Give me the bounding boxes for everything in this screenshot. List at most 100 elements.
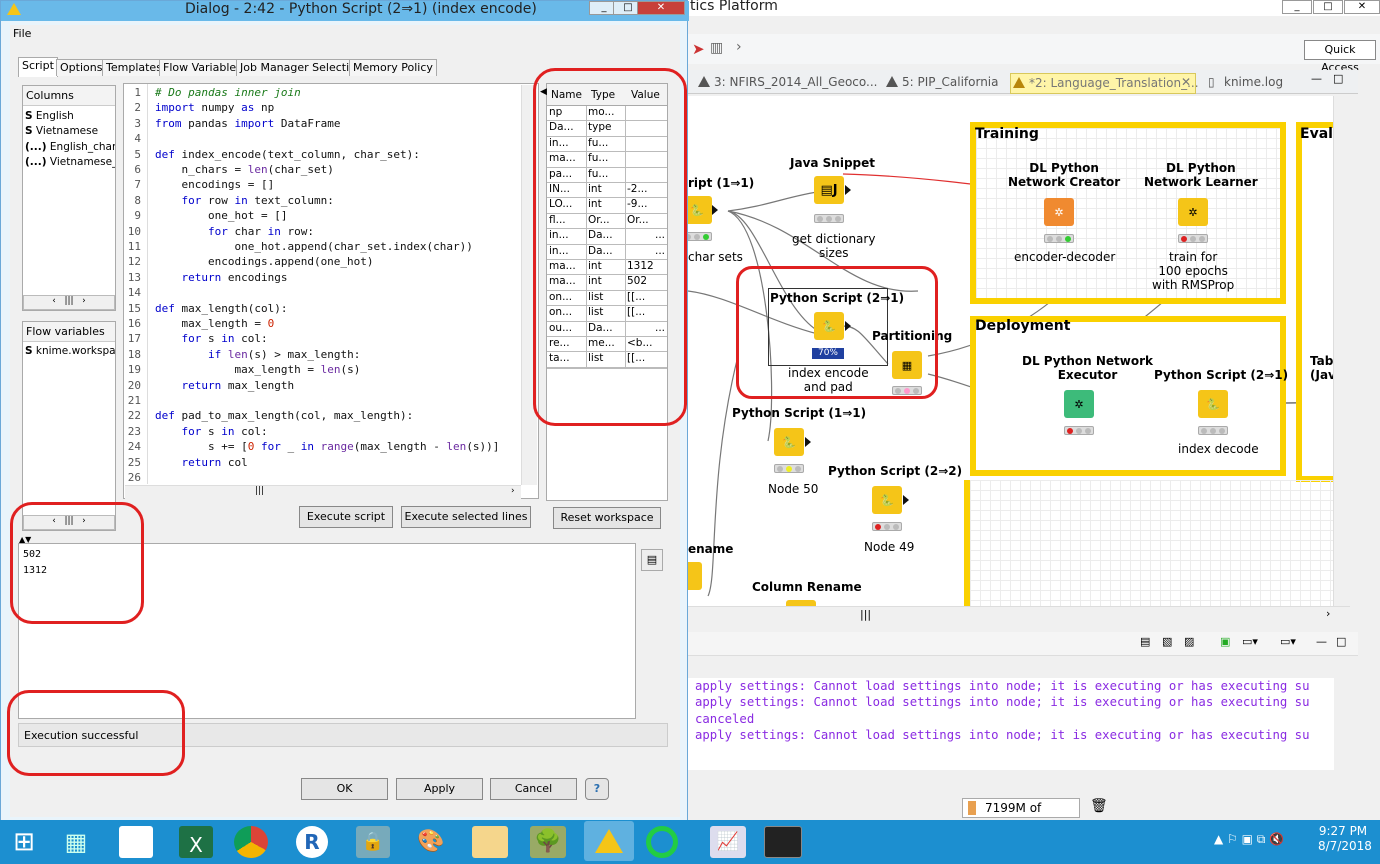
- menu-file[interactable]: File: [13, 27, 31, 40]
- trash-icon[interactable]: 🗑: [1090, 798, 1108, 814]
- code-area[interactable]: 1 2 3 4 5 6 7 8 9 10 11 12 13 14 15 16 17 18 19 20 21 22 23 24 2…: [123, 84, 521, 484]
- copy-icon[interactable]: ▧: [1162, 635, 1172, 648]
- tab-job-manager[interactable]: Job Manager Selection: [236, 59, 367, 76]
- code-line[interactable]: # Do pandas inner join: [155, 86, 301, 99]
- tray-icons[interactable]: ▲ ⚐ ▣ ⧉ 🔇: [1214, 832, 1284, 847]
- close-button[interactable]: ✕: [637, 1, 685, 15]
- tab-options[interactable]: Options: [56, 59, 107, 76]
- code-line[interactable]: max_length = 0: [155, 317, 274, 330]
- notepad-icon[interactable]: [119, 826, 153, 858]
- code-line[interactable]: encodings = []: [155, 178, 274, 191]
- file-explorer-icon[interactable]: [472, 826, 508, 858]
- monitor-icon[interactable]: 📈: [710, 826, 746, 858]
- column-item[interactable]: S English: [25, 109, 115, 124]
- execute-script-button[interactable]: Execute script: [299, 506, 393, 528]
- ok-button[interactable]: OK: [301, 778, 388, 800]
- code-line[interactable]: def index_encode(text_column, char_set):: [155, 148, 420, 161]
- clear-output-icon[interactable]: ▤: [641, 549, 663, 571]
- execute-selected-lines-button[interactable]: Execute selected lines: [401, 506, 531, 528]
- close-icon[interactable]: ✕: [1181, 75, 1191, 89]
- columns-hscrollbar[interactable]: ‹ ||| ›: [23, 295, 115, 310]
- code-line[interactable]: for row in text_column:: [155, 194, 334, 207]
- tab-knime-log[interactable]: ▯ knime.log: [1206, 73, 1296, 94]
- minimize-view-icon[interactable]: —: [1311, 72, 1322, 85]
- minimize-view-icon[interactable]: —: [1316, 635, 1327, 648]
- python-script-decode-node[interactable]: 🐍: [1198, 390, 1228, 418]
- tab-memory-policy[interactable]: Memory Policy: [349, 59, 437, 76]
- minimize-button[interactable]: _: [1282, 0, 1312, 14]
- tab-nfirs[interactable]: 3: NFIRS_2014_All_Geoco...: [696, 73, 877, 94]
- scroll-grip[interactable]: |||: [860, 608, 871, 621]
- code-line[interactable]: def max_length(col):: [155, 302, 287, 315]
- column-item[interactable]: (...) English_char_se: [25, 140, 115, 155]
- quick-access-field[interactable]: Quick Access: [1304, 40, 1376, 74]
- scroll-right-arrow[interactable]: ›: [1326, 607, 1330, 620]
- tab-pip-california[interactable]: 5: PIP_California: [884, 73, 1004, 94]
- excel-icon[interactable]: X: [179, 826, 213, 858]
- output-port[interactable]: [805, 437, 811, 447]
- reset-workspace-button[interactable]: Reset workspace: [553, 507, 661, 529]
- paste-icon[interactable]: ▨: [1184, 635, 1194, 648]
- dl-network-learner-node[interactable]: ✲: [1178, 198, 1208, 226]
- python-script-node-49[interactable]: 🐍: [872, 486, 902, 514]
- output-port[interactable]: [845, 185, 851, 195]
- display-icon[interactable]: ▭▾: [1242, 635, 1258, 648]
- close-button[interactable]: ✕: [1344, 0, 1380, 14]
- maximize-view-icon[interactable]: □: [1333, 72, 1343, 85]
- server-manager-icon[interactable]: ▦: [54, 823, 98, 861]
- code-line[interactable]: def pad_to_max_length(col, max_length):: [155, 409, 413, 422]
- r-icon[interactable]: R: [296, 826, 328, 858]
- knime-taskbar-icon[interactable]: [584, 821, 634, 861]
- apply-button[interactable]: Apply: [396, 778, 483, 800]
- code-line[interactable]: return col: [155, 456, 248, 469]
- tab-language-translation[interactable]: *2: Language_Translation_... ✕: [1010, 73, 1199, 94]
- maximize-view-icon[interactable]: □: [1336, 635, 1346, 648]
- chevron-right-icon[interactable]: ›: [736, 39, 742, 55]
- code-hscrollbar[interactable]: ||| ›: [125, 485, 521, 499]
- canvas-horizontal-scrollbar[interactable]: ||| ›: [688, 606, 1350, 622]
- code-line[interactable]: import numpy as np: [155, 101, 274, 114]
- start-button[interactable]: ⊞: [2, 823, 46, 861]
- tab-templates[interactable]: Templates: [102, 59, 166, 76]
- code-line[interactable]: if len(s) > max_length:: [155, 348, 360, 361]
- paint-icon[interactable]: 🎨: [414, 826, 448, 858]
- terminal-icon[interactable]: [764, 826, 802, 858]
- code-line[interactable]: n_chars = len(char_set): [155, 163, 333, 176]
- rename-node[interactable]: [688, 562, 702, 590]
- clock[interactable]: 9:27 PM 8/7/2018: [1318, 824, 1372, 854]
- code-line[interactable]: return max_length: [155, 379, 295, 392]
- help-button[interactable]: ?: [585, 778, 609, 800]
- tree-app-icon[interactable]: 🌳: [530, 826, 566, 858]
- cancel-button[interactable]: Cancel: [490, 778, 577, 800]
- new-console-icon[interactable]: ▭▾: [1280, 635, 1296, 648]
- run-icon[interactable]: ➤: [692, 40, 705, 58]
- layout-icon[interactable]: ▥: [710, 40, 723, 56]
- maximize-button[interactable]: □: [1313, 0, 1343, 14]
- tab-flow-variables[interactable]: Flow Variables: [159, 59, 246, 76]
- canvas-vertical-scrollbar[interactable]: [1333, 96, 1350, 606]
- code-line[interactable]: for char in row:: [155, 225, 314, 238]
- code-line[interactable]: for s in col:: [155, 425, 268, 438]
- column-item[interactable]: (...) Vietnamese_cha: [25, 155, 115, 170]
- code-line[interactable]: return encodings: [155, 271, 288, 284]
- dl-network-creator-node[interactable]: ✲: [1044, 198, 1074, 226]
- code-line[interactable]: from pandas import DataFrame: [155, 117, 340, 130]
- pin-icon[interactable]: ▣: [1220, 635, 1230, 648]
- column-item[interactable]: S Vietnamese: [25, 124, 115, 139]
- java-snippet-node[interactable]: ▤J: [814, 176, 844, 204]
- code-line[interactable]: one_hot.append(char_set.index(char)): [155, 240, 472, 253]
- ring-app-icon[interactable]: [646, 826, 678, 858]
- code-line[interactable]: for s in col:: [155, 332, 268, 345]
- python-script-node-50[interactable]: 🐍: [774, 428, 804, 456]
- code-line[interactable]: s += [0 for _ in range(max_length - len(…: [155, 440, 499, 453]
- code-line[interactable]: max_length = len(s): [155, 363, 360, 376]
- output-port[interactable]: [712, 205, 718, 215]
- dl-network-executor-node[interactable]: ✲: [1064, 390, 1094, 418]
- python-script-node[interactable]: 🐍: [688, 196, 712, 224]
- console-scrollbar[interactable]: [1334, 678, 1350, 784]
- code-line[interactable]: one_hot = []: [155, 209, 287, 222]
- lock-app-icon[interactable]: 🔒: [356, 826, 390, 858]
- clear-console-icon[interactable]: ▤: [1140, 635, 1150, 648]
- tab-script[interactable]: Script: [18, 57, 58, 77]
- flow-variable-item[interactable]: S knime.workspac: [25, 345, 115, 357]
